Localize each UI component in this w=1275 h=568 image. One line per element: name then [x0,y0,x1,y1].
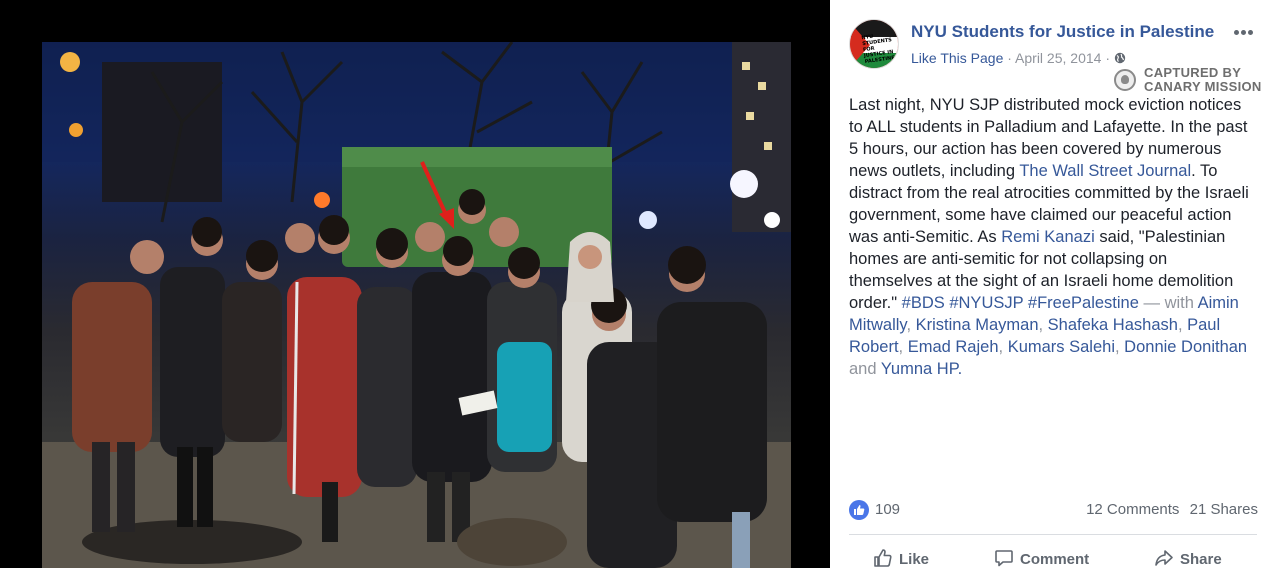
engagement-counts: 12 Comments 21 Shares [1080,501,1258,518]
like-button[interactable]: Like [873,548,929,568]
divider [849,534,1257,535]
separator: , [1038,316,1048,334]
meta-separator: · [1101,50,1114,66]
comment-bubble-icon [995,550,1013,567]
share-arrow-icon [1155,550,1173,566]
separator: , [906,316,916,334]
separator: , [1115,338,1125,356]
watermark-line-1: CAPTURED BY [1144,65,1242,80]
comment-button[interactable]: Comment [994,548,1089,568]
post-photo[interactable] [42,42,791,568]
share-button-label: Share [1180,551,1222,568]
post-actions: Like Comment Share [849,540,1257,568]
like-button-label: Like [899,551,930,568]
separator: and [849,360,881,378]
avatar-logo-text: NYU STUDENTS FOR JUSTICE IN PALESTINE [861,33,896,66]
post-panel: NYU STUDENTS FOR JUSTICE IN PALESTINE NY… [830,0,1275,568]
post-body: Last night, NYU SJP distributed mock evi… [849,94,1249,380]
canary-seal-icon [1114,69,1136,91]
link-remi-kanazi[interactable]: Remi Kanazi [1001,228,1095,246]
photo-viewer [0,0,830,568]
meta-separator: · [1003,50,1016,66]
tagged-person-link[interactable]: Shafeka Hashash [1048,316,1178,334]
like-count: 109 [875,501,901,518]
watermark-line-2: CANARY MISSION [1144,79,1262,94]
thumbs-up-icon [849,500,869,520]
tagged-person-link[interactable]: Donnie Donithan [1124,338,1247,356]
page-name-link[interactable]: NYU Students for Justice in Palestine [911,22,1214,42]
separator: , [1177,316,1188,334]
hashtag-link[interactable]: #BDS [902,294,945,312]
tagged-person-link[interactable]: Emad Rajeh [908,338,999,356]
photo-scene [42,42,791,568]
separator: , [898,338,908,356]
globe-icon [1114,52,1126,64]
hashtag-link[interactable]: #FreePalestine [1028,294,1139,312]
thumbs-up-outline-icon [874,549,892,567]
separator: . [957,360,963,378]
separator: , [998,338,1008,356]
post-date[interactable]: April 25, 2014 [1015,50,1101,66]
comments-count-link[interactable]: 12 Comments [1086,501,1179,518]
link-wall-street-journal[interactable]: The Wall Street Journal [1019,162,1191,180]
post-meta: Like This Page · April 25, 2014 · [911,50,1126,66]
tagged-person-link[interactable]: Yumna HP [881,360,958,378]
tagged-person-link[interactable]: Kristina Mayman [916,316,1039,334]
comment-button-label: Comment [1020,551,1090,568]
tagged-person-link[interactable]: Kumars Salehi [1008,338,1115,356]
canary-mission-watermark: CAPTURED BY CANARY MISSION [1114,66,1264,94]
with-text: — with [1138,294,1198,312]
more-options-icon[interactable] [1234,22,1258,38]
like-this-page-link[interactable]: Like This Page [911,50,1003,66]
hashtag-link[interactable]: #NYUSJP [949,294,1023,312]
page-avatar[interactable]: NYU STUDENTS FOR JUSTICE IN PALESTINE [849,19,899,69]
shares-count-link[interactable]: 21 Shares [1190,501,1258,518]
share-button[interactable]: Share [1154,548,1222,568]
